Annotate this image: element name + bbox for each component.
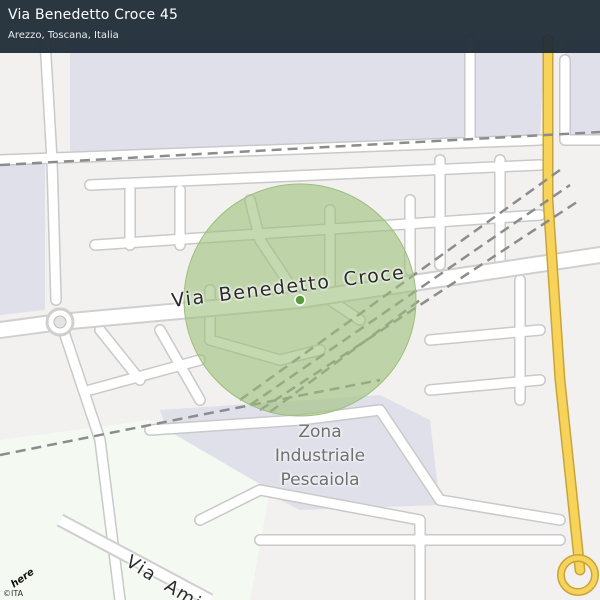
map-canvas — [0, 0, 600, 600]
address-subtitle: Arezzo, Toscana, Italia — [8, 30, 119, 41]
address-title: Via Benedetto Croce 45 — [8, 7, 179, 23]
industrial-area-west — [0, 160, 45, 315]
district-label-line2: Industriale — [274, 446, 366, 466]
map-view[interactable]: Via Benedetto Croce Zona Industriale Pes… — [0, 0, 600, 600]
district-label-line3: Pescaiola — [280, 470, 360, 490]
district-label-line1: Zona — [298, 422, 342, 442]
district-label: Zona Industriale Pescaiola — [262, 420, 378, 492]
address-header: Via Benedetto Croce 45 Arezzo, Toscana, … — [0, 0, 600, 53]
copyright-text: ©ITA — [3, 589, 24, 598]
